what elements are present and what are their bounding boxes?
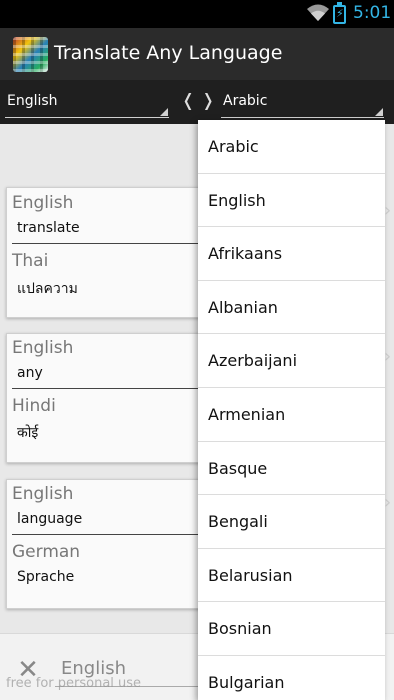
dropdown-option[interactable]: English [198,174,385,228]
card-source-word: any [17,365,43,381]
dropdown-option[interactable]: Azerbaijani [198,334,385,388]
card-target-word: แปลความ [17,281,78,297]
card-source-word: language [17,511,83,527]
card-source-language: English [12,193,74,213]
dropdown-option[interactable]: Bosnian [198,602,385,656]
dropdown-option[interactable]: Albanian [198,281,385,335]
card-target-language: German [12,542,81,562]
chevron-right-icon: › [384,200,392,221]
dropdown-option[interactable]: Afrikaans [198,227,385,281]
chevron-right-icon: › [384,492,392,513]
card-target-word: Sprache [17,569,75,585]
card-target-word: कोई [17,425,39,441]
spinner-arrow-icon [375,108,383,116]
watermark: free for personal use [6,676,142,691]
source-language-label: English [7,93,58,109]
card-source-word: translate [17,220,80,236]
app-title: Translate Any Language [54,42,283,64]
chevron-right-icon: › [384,346,392,367]
card-target-language: Thai [12,251,49,271]
target-language-spinner[interactable]: Arabic [221,88,384,118]
battery-charging-icon: ⚡ [333,2,346,24]
card-target-language: Hindi [12,396,56,416]
status-time: 5:01 [353,3,392,23]
spinner-arrow-icon [160,108,168,116]
dropdown-option[interactable]: Armenian [198,388,385,442]
dropdown-option[interactable]: Belarusian [198,549,385,603]
wifi-icon [307,4,329,21]
language-bar: English ❬ ❭ Arabic [0,80,394,124]
flags-logo-icon[interactable] [13,37,48,72]
dropdown-option[interactable]: Arabic [198,120,385,174]
language-dropdown[interactable]: Arabic English Afrikaans Albanian Azerba… [198,120,385,700]
dropdown-option[interactable]: Bengali [198,495,385,549]
card-source-language: English [12,338,74,358]
swap-right-icon[interactable]: ❭ [201,91,215,111]
status-bar: ⚡ 5:01 [0,0,394,28]
swap-left-icon[interactable]: ❬ [181,91,195,111]
target-language-label: Arabic [223,93,268,109]
card-source-language: English [12,484,74,504]
action-bar: Translate Any Language [0,28,394,80]
dropdown-option[interactable]: Basque [198,442,385,496]
dropdown-option[interactable]: Bulgarian [198,656,385,700]
source-language-spinner[interactable]: English [5,88,169,118]
